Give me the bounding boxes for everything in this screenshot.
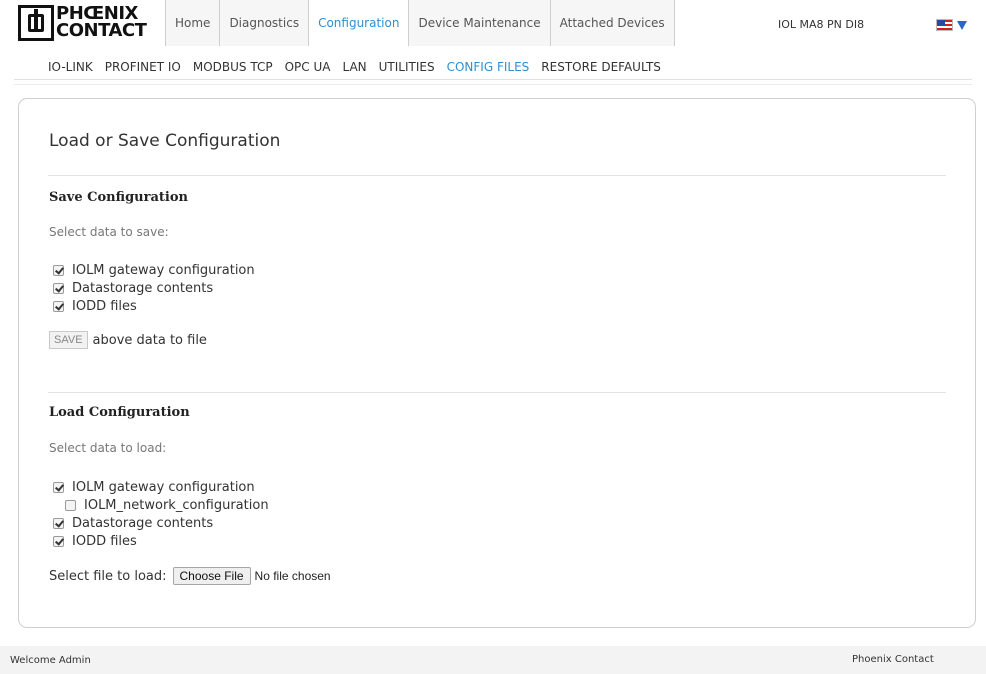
load-hint: Select data to load: xyxy=(49,441,167,455)
load-datastorage-checkbox[interactable] xyxy=(53,517,64,529)
title-divider xyxy=(48,175,946,176)
save-option-iodd[interactable]: IODD files xyxy=(53,297,255,315)
save-option-gateway[interactable]: IOLM gateway configuration xyxy=(53,261,255,279)
subnav-io-link[interactable]: IO-LINK xyxy=(48,55,93,79)
save-hint: Select data to save: xyxy=(49,225,169,239)
section-divider xyxy=(48,392,946,393)
load-network-checkbox[interactable] xyxy=(65,499,76,511)
save-button[interactable]: SAVE xyxy=(49,331,88,349)
save-option-datastorage[interactable]: Datastorage contents xyxy=(53,279,255,297)
top-header: PHŒNIX CONTACT Home Diagnostics Configur… xyxy=(0,0,986,46)
save-iodd-checkbox[interactable] xyxy=(53,300,64,312)
load-option-datastorage[interactable]: Datastorage contents xyxy=(53,514,269,532)
file-status: No file chosen xyxy=(254,569,331,583)
tab-diagnostics[interactable]: Diagnostics xyxy=(219,0,309,46)
save-gateway-checkbox[interactable] xyxy=(53,264,64,276)
subnav-config-files[interactable]: CONFIG FILES xyxy=(447,55,530,79)
tab-device-maintenance[interactable]: Device Maintenance xyxy=(408,0,550,46)
footer-brand: Phoenix Contact xyxy=(852,654,934,665)
logo-line-2: CONTACT xyxy=(56,20,147,41)
subnav-opc-ua[interactable]: OPC UA xyxy=(285,55,331,79)
us-flag-icon xyxy=(936,19,953,31)
subnav-divider-secondary xyxy=(14,84,972,85)
language-selector[interactable] xyxy=(936,19,967,31)
subnav-utilities[interactable]: UTILITIES xyxy=(379,55,435,79)
phoenix-contact-logo[interactable]: PHŒNIX CONTACT xyxy=(18,5,166,41)
load-options: IOLM gateway configuration IOLM_network_… xyxy=(53,478,269,550)
page-title: Load or Save Configuration xyxy=(49,131,281,151)
subnav-modbus-tcp[interactable]: MODBUS TCP xyxy=(193,55,273,79)
load-option-network[interactable]: IOLM_network_configuration xyxy=(53,496,269,514)
load-option-iodd[interactable]: IODD files xyxy=(53,532,269,550)
subnav-profinet-io[interactable]: PROFINET IO xyxy=(105,55,181,79)
tab-attached-devices[interactable]: Attached Devices xyxy=(549,0,675,46)
config-panel: Load or Save Configuration Save Configur… xyxy=(18,98,976,628)
welcome-text: Welcome Admin xyxy=(10,655,91,666)
footer: Welcome Admin Phoenix Contact xyxy=(0,646,986,674)
load-iodd-checkbox[interactable] xyxy=(53,535,64,547)
file-select-label: Select file to load: xyxy=(49,568,167,584)
save-options: IOLM gateway configuration Datastorage c… xyxy=(53,261,255,315)
main-nav: Home Diagnostics Configuration Device Ma… xyxy=(165,0,675,46)
choose-file-button[interactable]: Choose File xyxy=(172,567,251,585)
save-section-title: Save Configuration xyxy=(49,190,188,205)
sub-nav: IO-LINK PROFINET IO MODBUS TCP OPC UA LA… xyxy=(0,55,986,79)
load-option-gateway[interactable]: IOLM gateway configuration xyxy=(53,478,269,496)
save-row: SAVE above data to file xyxy=(49,331,207,349)
tab-configuration[interactable]: Configuration xyxy=(308,0,409,46)
tab-home[interactable]: Home xyxy=(165,0,220,46)
device-name: IOL MA8 PN DI8 xyxy=(778,18,865,31)
file-select-row: Select file to load: Choose File No file… xyxy=(49,567,331,585)
load-gateway-checkbox[interactable] xyxy=(53,481,64,493)
subnav-restore-defaults[interactable]: RESTORE DEFAULTS xyxy=(541,55,661,79)
save-datastorage-checkbox[interactable] xyxy=(53,282,64,294)
logo-mark-icon xyxy=(18,5,54,41)
save-button-suffix: above data to file xyxy=(92,332,207,348)
chevron-down-icon xyxy=(957,20,967,30)
subnav-lan[interactable]: LAN xyxy=(342,55,366,79)
subnav-divider xyxy=(14,79,972,80)
load-section-title: Load Configuration xyxy=(49,405,190,420)
